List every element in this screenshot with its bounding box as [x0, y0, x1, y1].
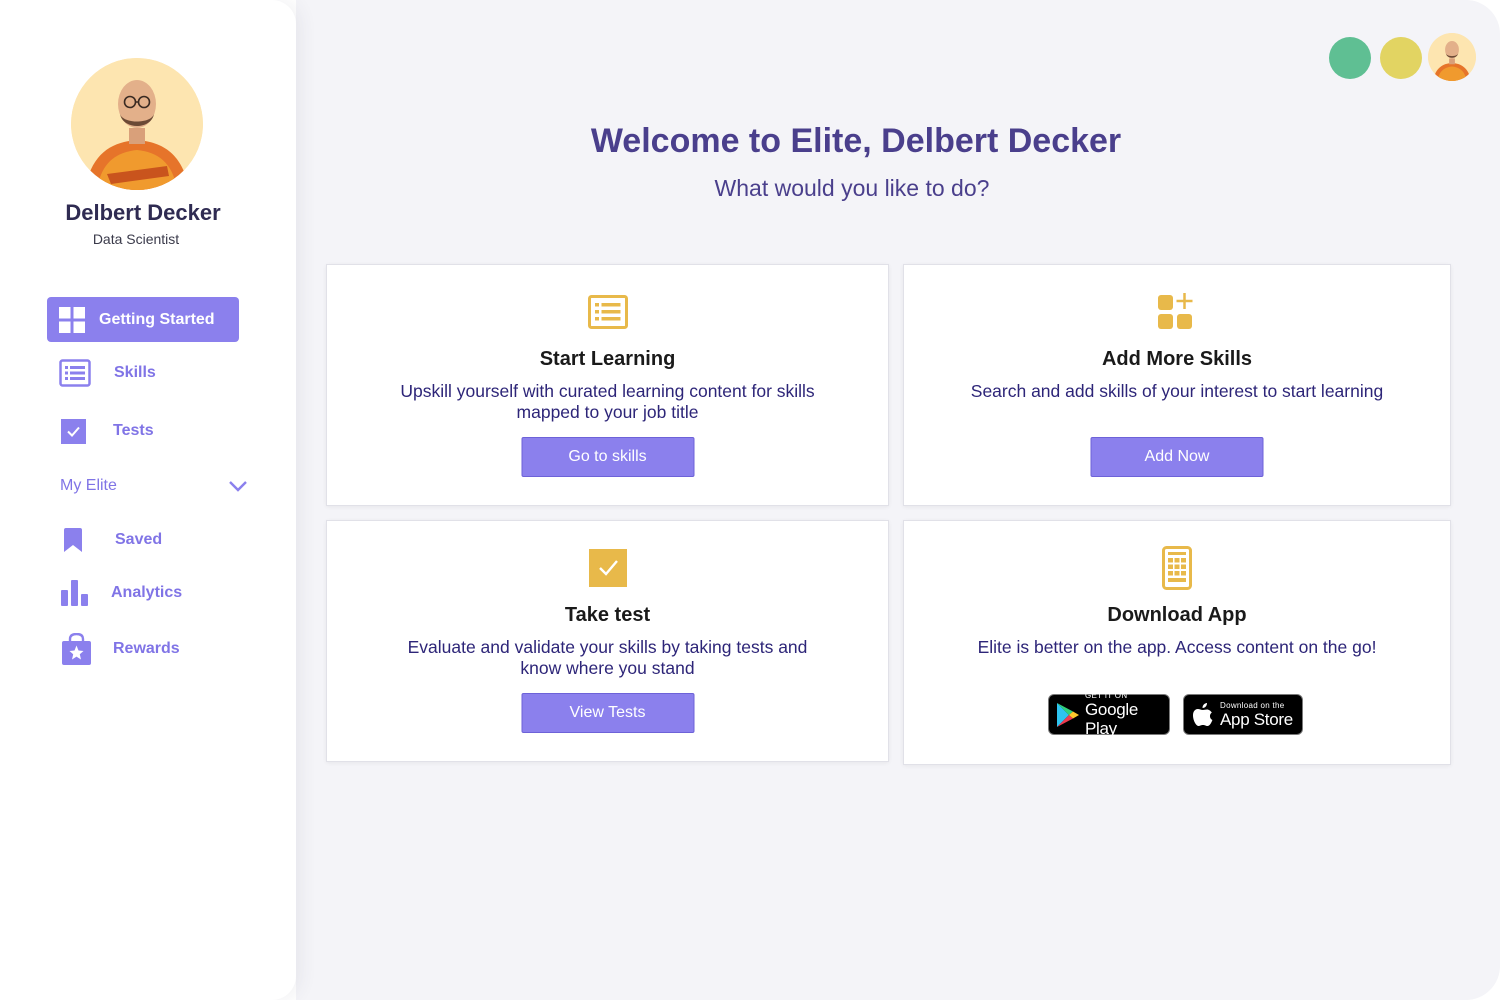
sidebar-item-rewards[interactable]: Rewards	[62, 633, 180, 665]
sidebar-item-getting-started[interactable]: Getting Started	[47, 297, 239, 342]
checkbox-icon	[588, 549, 627, 592]
status-dot-yellow[interactable]	[1380, 37, 1422, 79]
card-start-learning: Start Learning Upskill yourself with cur…	[326, 264, 889, 506]
profile-role: Data Scientist	[92, 231, 180, 247]
apple-icon	[1193, 702, 1213, 727]
card-title: Add More Skills	[1101, 348, 1253, 370]
page-title: Welcome to Elite, Delbert Decker	[590, 122, 1122, 160]
card-title: Take test	[564, 604, 651, 626]
grid-icon	[59, 306, 85, 333]
list-icon	[587, 295, 628, 334]
chevron-down-icon[interactable]	[228, 480, 248, 492]
sidebar: Delbert Decker Data Scientist Getting St…	[0, 0, 296, 1000]
card-description: Search and add skills of your interest t…	[970, 381, 1384, 401]
profile-name: Delbert Decker	[65, 200, 221, 225]
app-store-big-text: App Store	[1220, 709, 1293, 729]
sidebar-item-label: Rewards	[113, 640, 180, 657]
card-add-more-skills: Add More Skills Search and add skills of…	[903, 264, 1451, 506]
sidebar-item-label: Getting Started	[99, 310, 215, 328]
card-description: Elite is better on the app. Access conte…	[977, 637, 1377, 657]
add-now-button[interactable]: Add Now	[1090, 437, 1264, 477]
card-download-app: Download App Elite is better on the app.…	[903, 520, 1451, 765]
bookmark-icon	[64, 528, 82, 552]
sidebar-item-label: Tests	[113, 422, 154, 439]
checkbox-icon	[61, 418, 86, 444]
page-subtitle: What would you like to do?	[714, 175, 990, 201]
google-play-badge[interactable]: GET IT ON Google Play	[1048, 691, 1170, 738]
app-store-small-text: Download on the	[1220, 700, 1285, 710]
card-description: Upskill yourself with curated learning c…	[400, 381, 815, 422]
profile-avatar[interactable]	[71, 58, 203, 190]
sidebar-item-label: Skills	[114, 364, 156, 381]
sidebar-section-my-elite[interactable]: My Elite	[60, 474, 248, 498]
view-tests-button[interactable]: View Tests	[521, 693, 694, 733]
go-to-skills-button[interactable]: Go to skills	[521, 437, 694, 477]
sidebar-item-tests[interactable]: Tests	[61, 418, 154, 444]
sidebar-item-analytics[interactable]: Analytics	[61, 580, 182, 606]
card-take-test: Take test Evaluate and validate your ski…	[326, 520, 889, 762]
sidebar-item-label: Analytics	[111, 584, 183, 601]
sidebar-section-label: My Elite	[60, 477, 117, 494]
sidebar-item-skills[interactable]: Skills	[59, 358, 156, 388]
card-title: Start Learning	[539, 348, 676, 370]
google-play-small-text: GET IT ON	[1085, 691, 1128, 700]
bar-chart-icon	[61, 580, 88, 606]
sidebar-item-saved[interactable]: Saved	[64, 527, 162, 553]
reward-bag-icon	[62, 633, 91, 665]
sidebar-item-label: Saved	[115, 531, 163, 548]
status-dot-green[interactable]	[1329, 37, 1371, 79]
google-play-big-text: Google Play	[1085, 700, 1139, 738]
list-icon	[59, 359, 91, 387]
add-apps-icon	[1158, 293, 1196, 336]
app-store-badge[interactable]: Download on the App Store	[1183, 694, 1303, 735]
card-description: Evaluate and validate your skills by tak…	[407, 637, 808, 678]
google-play-icon	[1056, 702, 1080, 728]
app-root: Delbert Decker Data Scientist Getting St…	[0, 0, 1500, 1000]
card-title: Download App	[1107, 604, 1247, 626]
phone-app-icon	[1162, 546, 1192, 595]
user-avatar[interactable]	[1428, 33, 1476, 81]
